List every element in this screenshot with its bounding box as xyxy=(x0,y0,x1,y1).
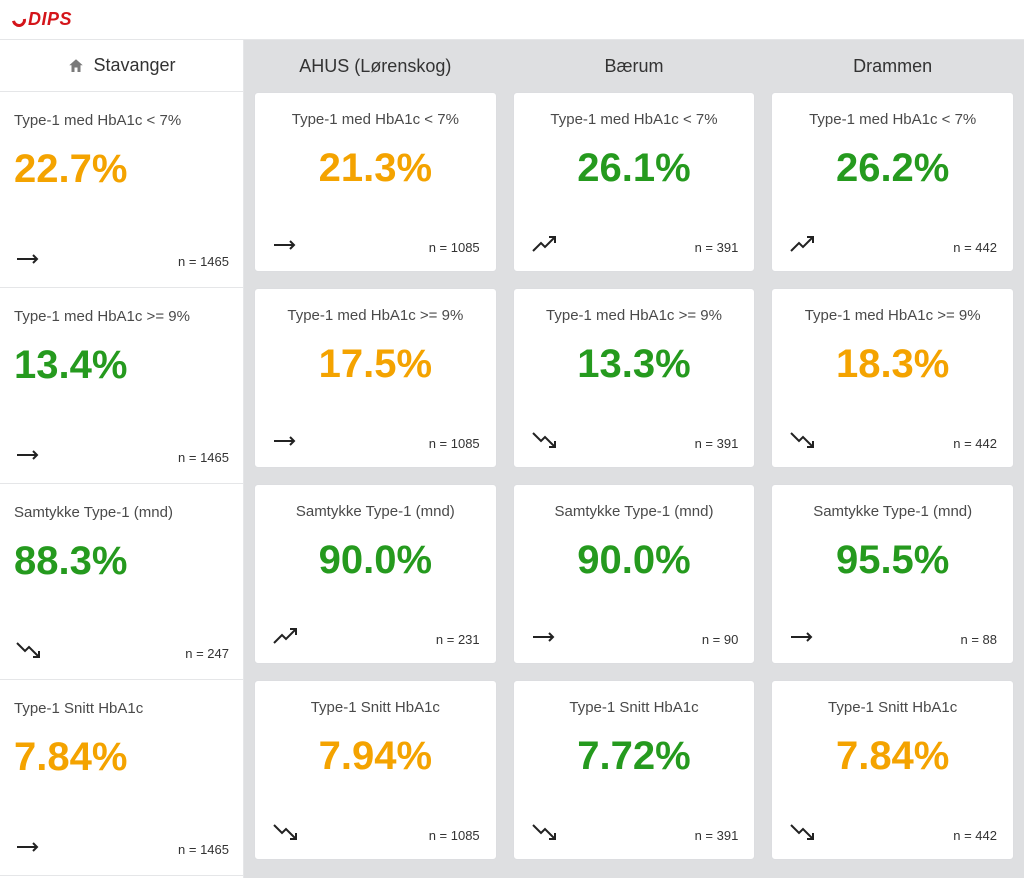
trend-down-icon xyxy=(788,431,816,451)
metric-n: n = 90 xyxy=(702,632,739,647)
sidebar-metric-card[interactable]: Type-1 med HbA1c < 7% 22.7% n = 1465 xyxy=(0,92,243,288)
column-header[interactable]: AHUS (Lørenskog) xyxy=(254,56,497,77)
metric-n: n = 442 xyxy=(953,828,997,843)
brand-text: DIPS xyxy=(28,9,72,30)
metric-n: n = 1465 xyxy=(178,450,229,465)
metric-n: n = 247 xyxy=(185,646,229,661)
metric-title: Type-1 med HbA1c >= 9% xyxy=(271,307,480,324)
trend-down-icon xyxy=(530,431,558,451)
metric-value: 26.1% xyxy=(530,146,739,190)
metric-card[interactable]: Type-1 med HbA1c >= 9% 13.3% n = 391 xyxy=(513,288,756,468)
trend-up-icon xyxy=(788,235,816,255)
trend-flat-icon xyxy=(271,235,299,255)
metric-title: Type-1 med HbA1c < 7% xyxy=(788,111,997,128)
trend-flat-icon xyxy=(530,627,558,647)
trend-down-icon xyxy=(530,823,558,843)
metric-card[interactable]: Samtykke Type-1 (mnd) 90.0% n = 231 xyxy=(254,484,497,664)
metric-value: 17.5% xyxy=(271,342,480,386)
metric-value: 21.3% xyxy=(271,146,480,190)
metric-n: n = 1085 xyxy=(429,240,480,255)
sidebar-home-label: Stavanger xyxy=(93,55,175,76)
metric-value: 7.84% xyxy=(14,735,229,779)
metric-value: 13.3% xyxy=(530,342,739,386)
metric-title: Type-1 med HbA1c < 7% xyxy=(271,111,480,128)
cards-grid: Type-1 med HbA1c < 7% 21.3% n = 1085 Typ… xyxy=(254,92,1014,860)
sidebar: Stavanger Type-1 med HbA1c < 7% 22.7% n … xyxy=(0,40,244,878)
metric-card[interactable]: Type-1 Snitt HbA1c 7.94% n = 1085 xyxy=(254,680,497,860)
metric-value: 18.3% xyxy=(788,342,997,386)
trend-up-icon xyxy=(271,627,299,647)
metric-value: 95.5% xyxy=(788,538,997,582)
column-headers: AHUS (Lørenskog) Bærum Drammen xyxy=(254,40,1014,92)
trend-flat-icon xyxy=(271,431,299,451)
metric-n: n = 1465 xyxy=(178,254,229,269)
metric-value: 7.72% xyxy=(530,734,739,778)
sidebar-home[interactable]: Stavanger xyxy=(0,40,243,92)
metric-value: 88.3% xyxy=(14,539,229,583)
metric-card[interactable]: Type-1 Snitt HbA1c 7.72% n = 391 xyxy=(513,680,756,860)
metric-title: Samtykke Type-1 (mnd) xyxy=(271,503,480,520)
metric-title: Type-1 med HbA1c >= 9% xyxy=(530,307,739,324)
metric-title: Samtykke Type-1 (mnd) xyxy=(788,503,997,520)
metric-title: Type-1 med HbA1c < 7% xyxy=(14,112,229,129)
trend-flat-icon xyxy=(788,627,816,647)
sidebar-metric-card[interactable]: Type-1 med HbA1c >= 9% 13.4% n = 1465 xyxy=(0,288,243,484)
metric-value: 13.4% xyxy=(14,343,229,387)
metric-card[interactable]: Samtykke Type-1 (mnd) 95.5% n = 88 xyxy=(771,484,1014,664)
home-icon xyxy=(67,57,85,75)
metric-title: Type-1 Snitt HbA1c xyxy=(788,699,997,716)
trend-down-icon xyxy=(271,823,299,843)
trend-down-icon xyxy=(788,823,816,843)
trend-flat-icon xyxy=(14,837,42,857)
trend-up-icon xyxy=(530,235,558,255)
metric-title: Samtykke Type-1 (mnd) xyxy=(14,504,229,521)
metric-card[interactable]: Type-1 med HbA1c >= 9% 17.5% n = 1085 xyxy=(254,288,497,468)
metric-card[interactable]: Type-1 Snitt HbA1c 7.84% n = 442 xyxy=(771,680,1014,860)
metric-n: n = 391 xyxy=(695,436,739,451)
metric-title: Type-1 med HbA1c < 7% xyxy=(530,111,739,128)
metric-card[interactable]: Type-1 med HbA1c < 7% 26.2% n = 442 xyxy=(771,92,1014,272)
metric-card[interactable]: Samtykke Type-1 (mnd) 90.0% n = 90 xyxy=(513,484,756,664)
metric-n: n = 391 xyxy=(695,240,739,255)
metric-title: Type-1 med HbA1c >= 9% xyxy=(788,307,997,324)
metric-card[interactable]: Type-1 med HbA1c < 7% 26.1% n = 391 xyxy=(513,92,756,272)
trend-down-icon xyxy=(14,641,42,661)
metric-title: Samtykke Type-1 (mnd) xyxy=(530,503,739,520)
metric-title: Type-1 Snitt HbA1c xyxy=(14,700,229,717)
metric-title: Type-1 med HbA1c >= 9% xyxy=(14,308,229,325)
metric-value: 7.94% xyxy=(271,734,480,778)
brand-logo: DIPS xyxy=(12,9,72,30)
metric-n: n = 1085 xyxy=(429,436,480,451)
metric-title: Type-1 Snitt HbA1c xyxy=(530,699,739,716)
metric-n: n = 231 xyxy=(436,632,480,647)
sidebar-metric-card[interactable]: Type-1 Snitt HbA1c 7.84% n = 1465 xyxy=(0,680,243,876)
metric-value: 7.84% xyxy=(788,734,997,778)
main-panel: AHUS (Lørenskog) Bærum Drammen Type-1 med … xyxy=(244,40,1024,878)
metric-title: Type-1 Snitt HbA1c xyxy=(271,699,480,716)
metric-n: n = 391 xyxy=(695,828,739,843)
metric-n: n = 1085 xyxy=(429,828,480,843)
brand-swoosh-icon xyxy=(9,10,28,29)
trend-flat-icon xyxy=(14,249,42,269)
metric-value: 90.0% xyxy=(530,538,739,582)
metric-value: 90.0% xyxy=(271,538,480,582)
metric-n: n = 442 xyxy=(953,436,997,451)
metric-value: 26.2% xyxy=(788,146,997,190)
metric-value: 22.7% xyxy=(14,147,229,191)
metric-card[interactable]: Type-1 med HbA1c < 7% 21.3% n = 1085 xyxy=(254,92,497,272)
column-header[interactable]: Bærum xyxy=(513,56,756,77)
trend-flat-icon xyxy=(14,445,42,465)
metric-n: n = 88 xyxy=(960,632,997,647)
metric-n: n = 1465 xyxy=(178,842,229,857)
column-header[interactable]: Drammen xyxy=(771,56,1014,77)
sidebar-metric-card[interactable]: Samtykke Type-1 (mnd) 88.3% n = 247 xyxy=(0,484,243,680)
metric-n: n = 442 xyxy=(953,240,997,255)
metric-card[interactable]: Type-1 med HbA1c >= 9% 18.3% n = 442 xyxy=(771,288,1014,468)
top-bar: DIPS xyxy=(0,0,1024,40)
